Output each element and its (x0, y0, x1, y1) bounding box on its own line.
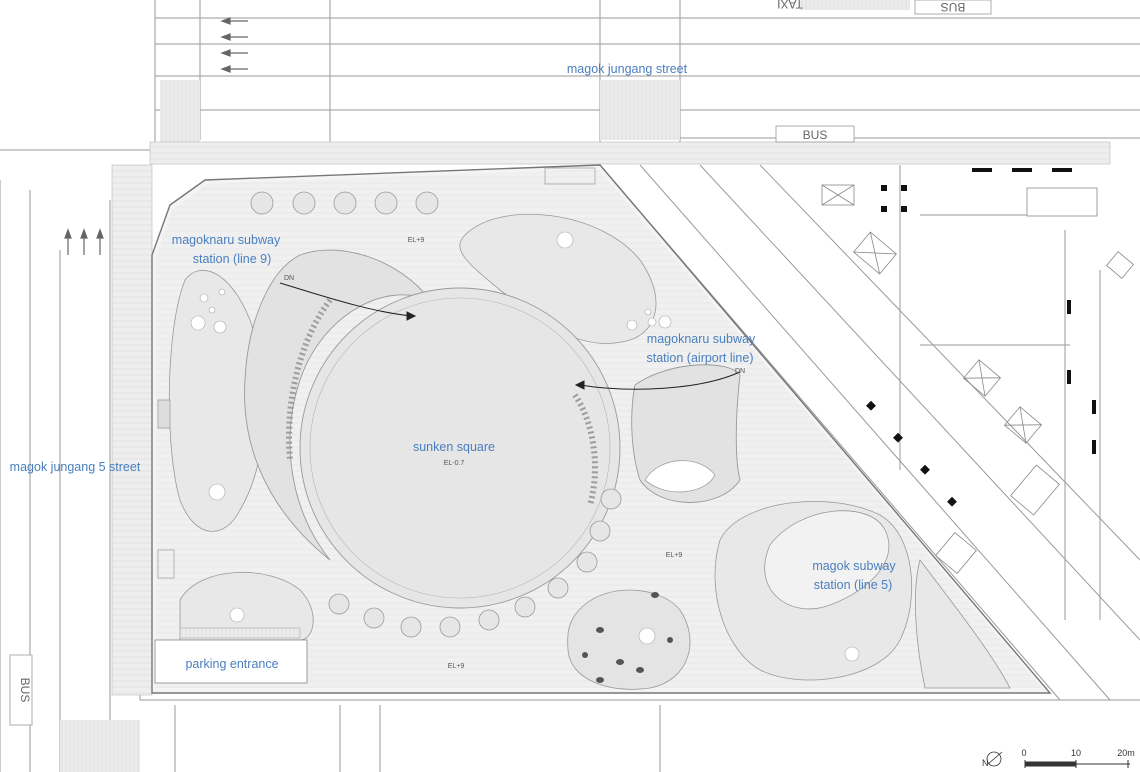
bus-mark-top: BUS (941, 0, 966, 14)
dn-label-line9: DN (284, 275, 294, 282)
dn-label-airport: DN (735, 368, 745, 375)
parking-entrance-label: parking entrance (185, 657, 278, 671)
bollards (866, 168, 1096, 507)
street-west-label: magok jungang 5 street (10, 460, 141, 474)
scale-tick-0: 0 (1021, 748, 1026, 758)
elevation-east: EL+9 (666, 552, 683, 559)
line9-label-a: magoknaru subway (172, 233, 281, 247)
fountain (638, 627, 656, 645)
scale-tick-10: 10 (1071, 748, 1081, 758)
airport-label-a: magoknaru subway (647, 332, 756, 346)
airport-label-b: station (airport line) (647, 351, 754, 365)
sunken-square-label: sunken square (413, 440, 495, 454)
north-arrow (986, 751, 1003, 767)
taxi-mark: TAXI (777, 0, 803, 11)
scale-bar (1024, 760, 1130, 768)
site-plan: BUS TAXI BUS BUS DN DN magok jungang str… (0, 0, 1140, 772)
line5-circle (844, 646, 860, 662)
sw-circle (229, 607, 245, 623)
lane-arrows-west (64, 228, 104, 255)
elevation-south: EL+9 (448, 663, 465, 670)
west-circle-low (208, 483, 226, 501)
north-arrow-label: N (982, 758, 989, 768)
bus-mark-north: BUS (803, 128, 828, 142)
line9-label-b: station (line 9) (193, 252, 272, 266)
line5-label-b: station (line 5) (814, 578, 893, 592)
sunken-square-elevation: EL-0.7 (444, 460, 465, 467)
street-north-label: magok jungang street (567, 62, 688, 76)
east-triangle (915, 559, 1011, 689)
bus-mark-west: BUS (18, 678, 32, 703)
line5-label-a: magok subway (812, 559, 896, 573)
elevation-north: EL+9 (408, 237, 425, 244)
scale-tick-20: 20m (1117, 748, 1135, 758)
lane-arrows-north (220, 17, 248, 73)
